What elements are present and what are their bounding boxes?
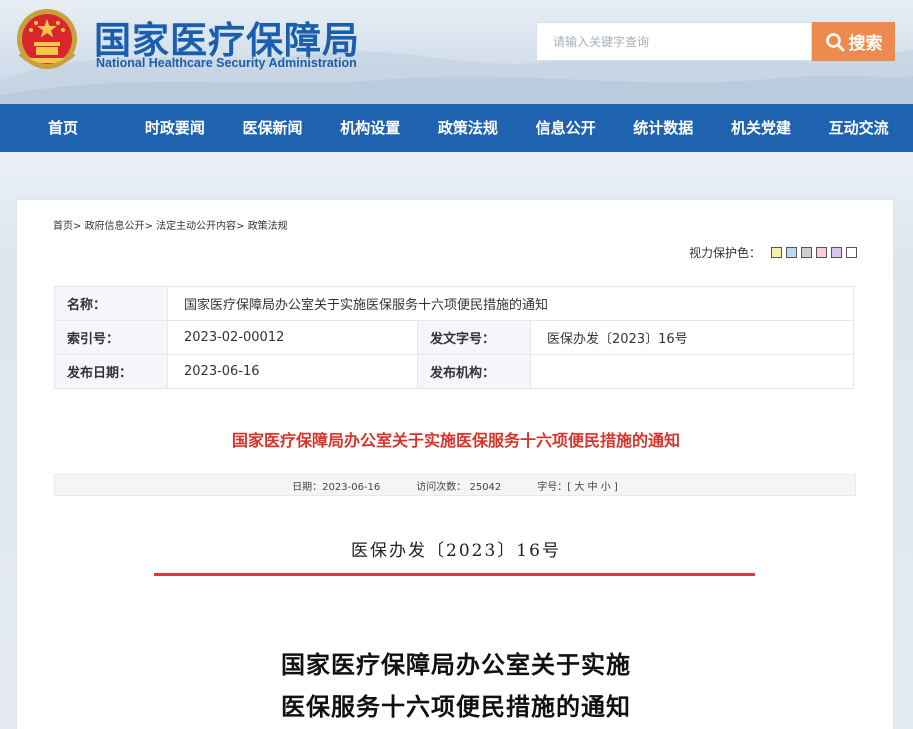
search-input[interactable] [536,22,812,61]
breadcrumb: 首页> 政府信息公开> 法定主动公开内容> 政策法规 [53,217,288,232]
swatch-white[interactable] [846,247,857,258]
search-button-label: 搜索 [848,34,883,54]
nav-item-policies[interactable]: 政策法规 [419,104,517,152]
docno-label: 发文字号： [417,320,531,355]
swatch-yellow[interactable] [771,247,782,258]
swatch-pink[interactable] [816,247,827,258]
swatch-blue[interactable] [786,247,797,258]
red-divider [154,573,755,576]
nav-item-home[interactable]: 首页 [0,104,126,152]
article-title: 国家医疗保障局办公室关于实施医保服务十六项便民措施的通知 [231,431,680,450]
breadcrumb-statutory[interactable]: 法定主动公开内容 [156,221,236,232]
heading-line-1: 国家医疗保障局办公室关于实施 [281,650,631,679]
org-label: 发布机构： [417,354,531,389]
breadcrumb-gov-info[interactable]: 政府信息公开 [85,221,145,232]
breadcrumb-separator: > [236,221,248,232]
nav-item-news-politics[interactable]: 时政要闻 [126,104,224,152]
site-header: 国家医疗保障局 National Healthcare Security Adm… [0,0,913,104]
document-number: 医保办发〔2023〕16号 [351,541,561,561]
breadcrumb-separator: > [73,221,85,232]
table-row: 发布日期： 2023-06-16 发布机构： [54,354,854,389]
meta-font-size[interactable]: 字号：[ 大 中 小 ] [537,478,618,493]
date-value: 2023-06-16 [167,354,418,389]
article-meta: 日期：2023-06-16 访问次数： 25042 字号：[ 大 中 小 ] [54,474,856,496]
name-value: 国家医疗保障局办公室关于实施医保服务十六项便民措施的通知 [167,286,854,321]
vision-protection: 视力保护色： [689,244,857,261]
docno-value: 医保办发〔2023〕16号 [530,320,854,355]
table-row: 名称： 国家医疗保障局办公室关于实施医保服务十六项便民措施的通知 [54,286,854,321]
swatch-purple[interactable] [831,247,842,258]
magnifier-icon [825,32,844,51]
nav-item-interaction[interactable]: 互动交流 [810,104,908,152]
heading-line-2: 医保服务十六项便民措施的通知 [281,692,631,721]
article-panel: 首页> 政府信息公开> 法定主动公开内容> 政策法规 视力保护色： 名称： 国家… [16,199,894,729]
swatch-gray[interactable] [801,247,812,258]
breadcrumb-separator: > [144,221,157,232]
date-label: 发布日期： [54,354,168,389]
name-label: 名称： [54,286,168,321]
breadcrumb-home[interactable]: 首页 [53,221,73,232]
index-label: 索引号： [54,320,168,355]
document-heading: 国家医疗保障局办公室关于实施 医保服务十六项便民措施的通知 [17,644,895,728]
index-value: 2023-02-00012 [167,320,418,355]
national-emblem-icon[interactable] [14,6,80,76]
document-info-table: 名称： 国家医疗保障局办公室关于实施医保服务十六项便民措施的通知 索引号： 20… [54,286,854,389]
site-title-en[interactable]: National Healthcare Security Administrat… [96,56,357,70]
nav-item-statistics[interactable]: 统计数据 [614,104,712,152]
search-button[interactable]: 搜索 [812,22,895,61]
org-value [530,354,854,389]
nav-item-disclosure[interactable]: 信息公开 [517,104,615,152]
meta-date: 日期：2023-06-16 [292,481,381,493]
breadcrumb-policies[interactable]: 政策法规 [248,221,288,232]
main-nav: 首页 时政要闻 医保新闻 机构设置 政策法规 信息公开 统计数据 机关党建 互动… [0,104,913,152]
nav-item-organization[interactable]: 机构设置 [321,104,419,152]
nav-item-party-building[interactable]: 机关党建 [712,104,810,152]
meta-visits: 访问次数： 25042 [416,481,502,493]
table-row: 索引号： 2023-02-00012 发文字号： 医保办发〔2023〕16号 [54,320,854,355]
vision-label: 视力保护色： [688,246,761,260]
nav-item-insurance-news[interactable]: 医保新闻 [224,104,322,152]
